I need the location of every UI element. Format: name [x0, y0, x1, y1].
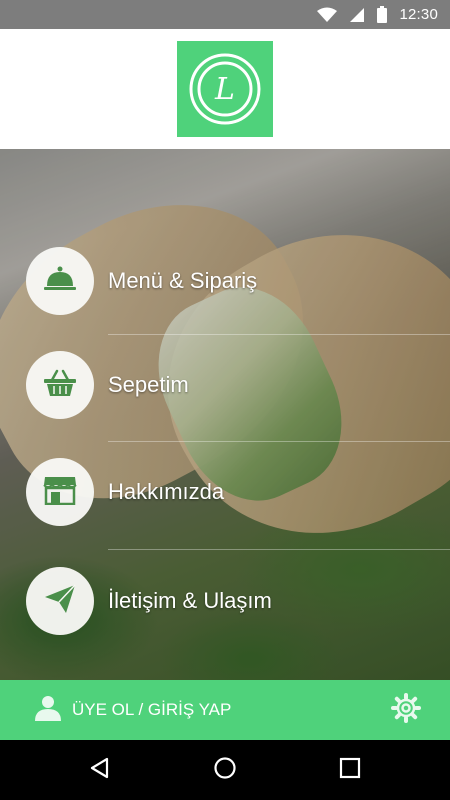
menu-item-label: Sepetim: [108, 372, 189, 397]
system-nav-bar: [0, 740, 450, 800]
battery-icon: [377, 6, 388, 23]
logo-emblem: L: [189, 53, 261, 125]
home-button[interactable]: [207, 752, 243, 788]
menu-divider: [108, 549, 450, 550]
menu-item-label: Menü & Sipariş: [108, 268, 258, 293]
recents-icon: [339, 757, 361, 784]
home-icon: [213, 756, 237, 785]
menu-item-cart[interactable]: Sepetim: [0, 345, 450, 425]
menu-item-icon-circle: [26, 247, 94, 315]
status-bar: 12:30: [0, 0, 450, 29]
recents-button[interactable]: [332, 752, 368, 788]
signal-icon: [349, 7, 365, 23]
basket-icon: [43, 369, 77, 402]
menu-divider: [108, 441, 450, 442]
login-register-label: ÜYE OL / GİRİŞ YAP: [72, 700, 232, 719]
back-button[interactable]: [82, 752, 118, 788]
menu-item-about[interactable]: Hakkımızda: [0, 452, 450, 532]
bottom-bar: ÜYE OL / GİRİŞ YAP: [0, 680, 450, 740]
menu-item-icon-circle: [26, 351, 94, 419]
logo-letter: L: [214, 72, 235, 107]
back-icon: [88, 756, 112, 785]
settings-button[interactable]: [390, 692, 422, 728]
menu-item-order[interactable]: Menü & Sipariş: [0, 241, 450, 321]
cloche-icon: [44, 266, 76, 297]
menu-item-contact[interactable]: İletişim & Ulaşım: [0, 561, 450, 641]
paper-plane-icon: [44, 583, 76, 619]
menu-divider: [108, 334, 450, 335]
store-icon: [43, 475, 77, 510]
status-time: 12:30: [399, 6, 438, 23]
gear-icon: [391, 692, 421, 728]
menu-item-label: Hakkımızda: [108, 479, 225, 504]
wifi-icon: [317, 7, 338, 23]
menu-item-icon-circle: [26, 458, 94, 526]
user-icon: [34, 694, 62, 727]
menu-item-icon-circle: [26, 567, 94, 635]
hero-food-image: Menü & Sipariş Sepetim Hakkımızda İletiş…: [0, 149, 450, 680]
main-menu: Menü & Sipariş Sepetim Hakkımızda İletiş…: [0, 149, 450, 680]
login-register-button[interactable]: ÜYE OL / GİRİŞ YAP: [34, 680, 231, 740]
app-logo: L: [177, 41, 273, 137]
menu-item-label: İletişim & Ulaşım: [108, 588, 272, 613]
app-screen: 12:30 L Menü & Sipariş Sepetim Hakkımızd…: [0, 0, 450, 800]
app-header: L: [0, 29, 450, 149]
